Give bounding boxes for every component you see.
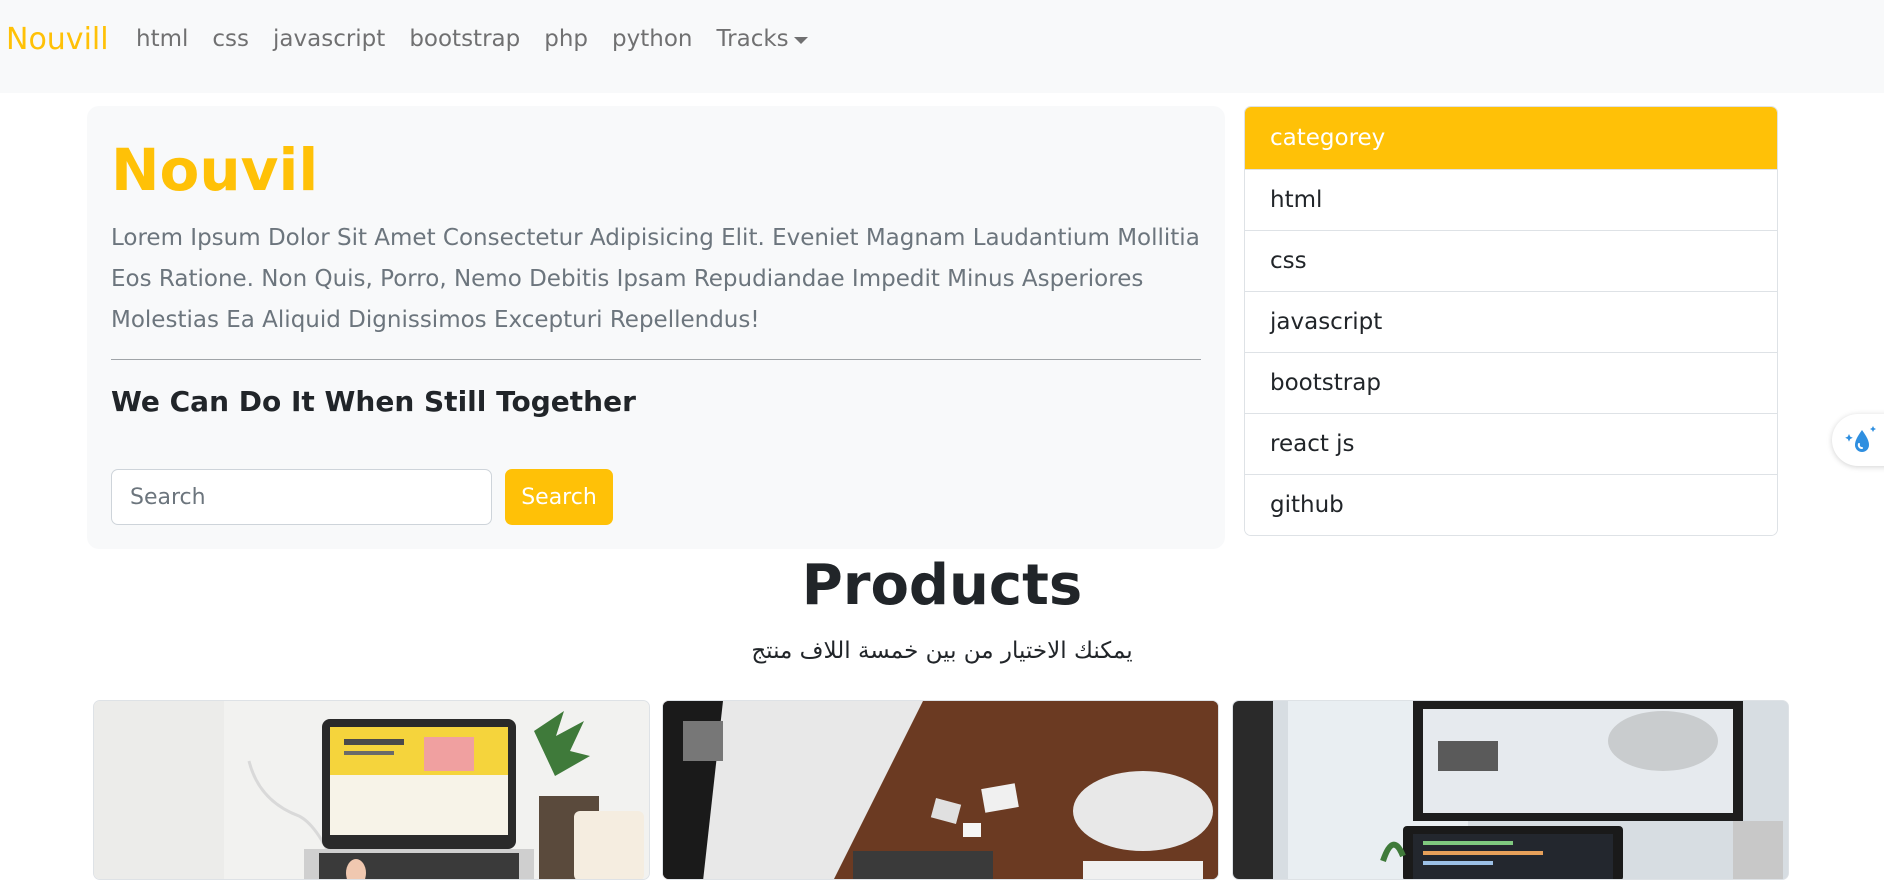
product-card-2[interactable]: [662, 700, 1219, 880]
hero-section: Nouvil Lorem Ipsum Dolor Sit Amet Consec…: [87, 106, 1225, 549]
search-input[interactable]: [111, 469, 492, 525]
navbar-brand[interactable]: Nouvill: [6, 22, 109, 57]
product-image-desk-items: [663, 701, 1218, 879]
nav-dropdown-label: Tracks: [716, 26, 789, 52]
nav-dropdown-tracks[interactable]: Tracks: [716, 26, 808, 52]
category-item-html[interactable]: html: [1245, 169, 1777, 230]
nav-links: html css javascript bootstrap php python…: [136, 26, 832, 52]
nav-link-css[interactable]: css: [212, 26, 249, 52]
nav-link-javascript[interactable]: javascript: [273, 26, 385, 52]
caret-down-icon: [793, 36, 808, 44]
navbar: Nouvill html css javascript bootstrap ph…: [0, 0, 1884, 93]
nav-link-html[interactable]: html: [136, 26, 188, 52]
product-card-3[interactable]: [1232, 700, 1789, 880]
hero-divider: [111, 359, 1201, 360]
category-list: categorey html css javascript bootstrap …: [1244, 106, 1778, 536]
water-drop-sparkle-icon: [1845, 426, 1876, 452]
category-item-bootstrap[interactable]: bootstrap: [1245, 352, 1777, 413]
product-card-1[interactable]: [93, 700, 650, 880]
product-image-laptop-desk: [94, 701, 649, 879]
floating-widget-button[interactable]: [1832, 414, 1884, 466]
category-header: categorey: [1245, 107, 1777, 169]
category-item-react-js[interactable]: react js: [1245, 413, 1777, 474]
nav-link-php[interactable]: php: [544, 26, 588, 52]
hero-text: Lorem Ipsum Dolor Sit Amet Consectetur A…: [111, 225, 1200, 333]
nav-link-python[interactable]: python: [612, 26, 692, 52]
nav-link-bootstrap[interactable]: bootstrap: [409, 26, 520, 52]
category-item-javascript[interactable]: javascript: [1245, 291, 1777, 352]
search-button[interactable]: Search: [505, 469, 613, 525]
hero-title: Nouvil: [111, 136, 319, 204]
hero-subtitle: We Can Do It When Still Together: [111, 385, 636, 418]
products-subtitle: يمكنك الاختيار من بين خمسة اللاف منتج: [751, 638, 1133, 664]
products-title: Products: [801, 553, 1083, 618]
product-image-desk-monitor: [1233, 701, 1788, 879]
category-item-css[interactable]: css: [1245, 230, 1777, 291]
category-item-github[interactable]: github: [1245, 474, 1777, 535]
